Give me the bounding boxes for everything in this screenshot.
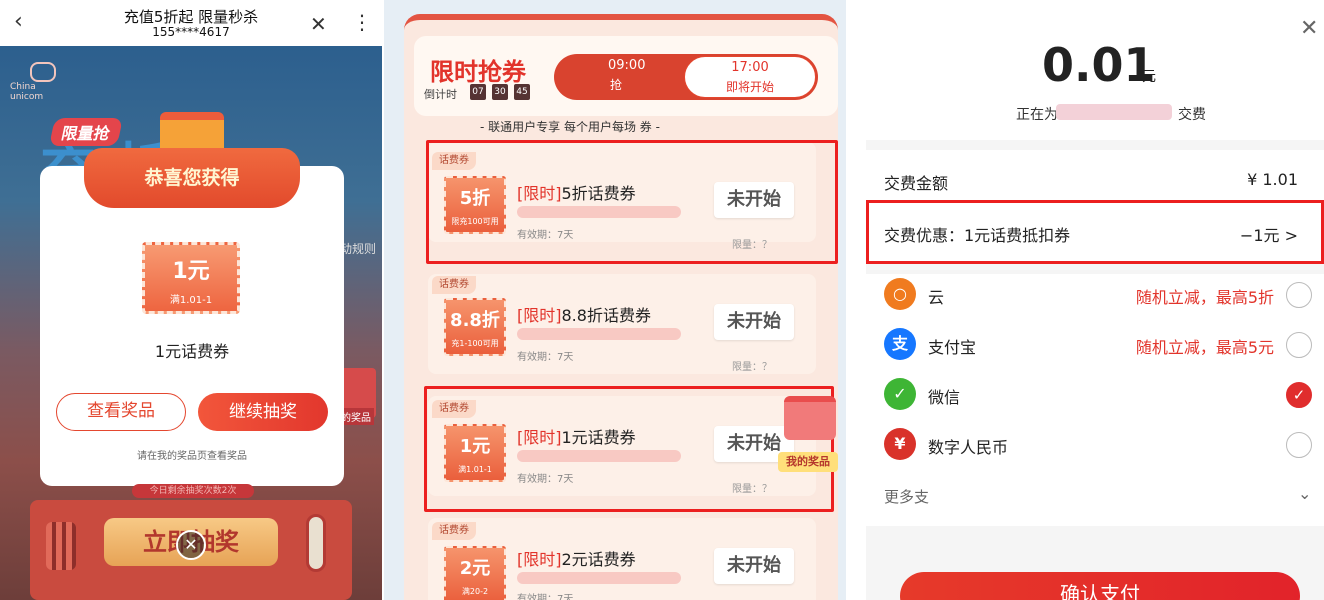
- congrats-ribbon: 恭喜您获得: [84, 148, 300, 208]
- progress-bar: [517, 328, 681, 340]
- coupon-type-tag: 话费券: [432, 276, 476, 294]
- desc-prefix: 正在为: [1016, 107, 1058, 123]
- coupon-type-tag: 话费券: [432, 522, 476, 540]
- more-payment-methods[interactable]: 更多支: [884, 486, 929, 507]
- dialog-hint: 请在我的奖品页查看奖品: [40, 447, 344, 462]
- coupon-condition: 满1.01-1: [145, 291, 237, 306]
- confirm-pay-button[interactable]: 确认支付: [900, 572, 1300, 600]
- countdown-label: 倒计时: [424, 86, 457, 102]
- continue-draw-button[interactable]: 继续抽奖: [198, 393, 328, 431]
- currency-unit: 元: [1142, 66, 1156, 86]
- eligibility-note: - 联通用户专享 每个用户每场 券 -: [480, 118, 660, 135]
- coupon-title: 8.8折话费券: [562, 306, 651, 325]
- highlight-box: [866, 200, 1324, 264]
- banner-tag: 限量抢: [49, 118, 123, 146]
- not-started-button[interactable]: 未开始: [714, 548, 794, 584]
- coupon-prefix: [限时]: [517, 550, 562, 569]
- masked-phone: [1056, 104, 1172, 120]
- highlight-box: [426, 140, 838, 264]
- more-icon[interactable]: ⋮: [352, 10, 372, 34]
- my-prizes-button[interactable]: 我的奖品: [778, 452, 838, 472]
- coupon-name: [限时]2元话费券: [517, 546, 636, 570]
- countdown-hours: 07: [470, 84, 486, 100]
- desc-suffix: 交费: [1178, 107, 1206, 123]
- remaining-draws: 今日剩余抽奖次数2次: [132, 484, 254, 498]
- progress-bar: [517, 572, 681, 584]
- highlight-box: [424, 386, 834, 512]
- payment-name[interactable]: 微信: [928, 384, 960, 408]
- lottery-panel: ‹ 充值5折起 限量秒杀 155****4617 ✕ ⋮ China unico…: [0, 0, 382, 600]
- countdown-minutes: 30: [492, 84, 508, 100]
- gift-icon[interactable]: [784, 396, 836, 440]
- alipay-icon: 支: [884, 328, 916, 360]
- payment-radio[interactable]: [1286, 332, 1312, 358]
- rules-link[interactable]: 动规则: [340, 240, 376, 257]
- machine-lever: [306, 514, 326, 572]
- countdown-seconds: 45: [514, 84, 530, 100]
- close-icon[interactable]: ✕: [1300, 16, 1318, 41]
- divider: [866, 140, 1324, 150]
- payment-radio[interactable]: [1286, 432, 1312, 458]
- tab-next-time[interactable]: 17:00: [684, 60, 816, 75]
- prize-dialog: [40, 166, 344, 486]
- section-title: 限时抢券: [430, 52, 526, 87]
- payment-amount: 0.01: [1042, 38, 1156, 92]
- coupon-ticket: 2元 满20-2: [444, 546, 506, 600]
- coupon-condition: 充1-100可用: [446, 338, 504, 349]
- coupon-name: [限时]8.8折话费券: [517, 302, 651, 326]
- coupon-name: 1元话费券: [40, 338, 344, 362]
- china-unicom-logo: China unicom: [10, 62, 70, 98]
- ecny-icon: ¥: [884, 428, 916, 460]
- tab-next-status[interactable]: 即将开始: [684, 78, 816, 95]
- payment-radio-selected[interactable]: ✓: [1286, 382, 1312, 408]
- fee-value: ¥ 1.01: [1247, 170, 1298, 189]
- prize-coupon: 1元 满1.01-1: [142, 242, 240, 314]
- unionpay-icon: ○: [884, 278, 916, 310]
- machine-vent: [46, 522, 76, 570]
- coupon-grab-panel: 限时抢券 倒计时 07 30 45 09:00 抢 17:00 即将开始 - 联…: [384, 0, 846, 600]
- chevron-down-icon[interactable]: ⌄: [1298, 484, 1311, 503]
- coupon-value: 2元: [446, 554, 504, 580]
- top-bar: ‹ 充值5折起 限量秒杀 155****4617 ✕ ⋮: [0, 0, 382, 46]
- coupon-value: 8.8折: [446, 306, 504, 332]
- coupon-validity: 有效期：7天: [517, 590, 573, 600]
- not-started-button[interactable]: 未开始: [714, 304, 794, 340]
- payment-name[interactable]: 云: [928, 284, 944, 308]
- payment-panel: ✕ 0.01 元 正在为交费 交费金额 ¥ 1.01 交费优惠：1元话费抵扣券 …: [848, 0, 1324, 600]
- close-icon[interactable]: ✕: [310, 12, 327, 36]
- payment-radio[interactable]: [1286, 282, 1312, 308]
- coupon-limit: 限量：？: [732, 358, 772, 373]
- close-dialog-icon[interactable]: ✕: [176, 530, 206, 560]
- payment-name[interactable]: 数字人民币: [928, 434, 1008, 458]
- tab-active-time[interactable]: 09:00: [608, 58, 645, 73]
- payment-name[interactable]: 支付宝: [928, 334, 976, 358]
- coupon-condition: 满20-2: [446, 586, 504, 597]
- wechat-icon: ✓: [884, 378, 916, 410]
- coupon-validity: 有效期：7天: [517, 348, 573, 363]
- view-prize-button[interactable]: 查看奖品: [56, 393, 186, 431]
- divider: [866, 264, 1324, 274]
- payment-promo: 随机立减，最高5元: [1136, 334, 1274, 358]
- coupon-title: 2元话费券: [562, 550, 636, 569]
- coupon-ticket: 8.8折 充1-100可用: [444, 298, 506, 356]
- fee-label: 交费金额: [884, 170, 948, 194]
- payment-promo: 随机立减，最高5折: [1136, 284, 1274, 308]
- tab-active-status[interactable]: 抢: [610, 76, 622, 93]
- coupon-value: 1元: [145, 253, 237, 285]
- coupon-prefix: [限时]: [517, 306, 562, 325]
